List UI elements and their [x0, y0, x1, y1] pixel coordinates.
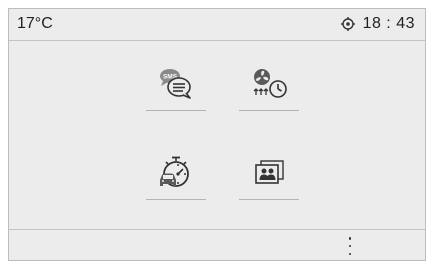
clock-time: 18 : 43 [362, 15, 415, 32]
more-options-icon [348, 237, 352, 240]
car-timer-icon [160, 156, 189, 187]
sms-button[interactable]: SMS [146, 59, 206, 111]
fan-heater-timer-icon [253, 69, 287, 98]
status-bar: 17°C 18 : 43 [9, 9, 425, 41]
gps-clock-icon [340, 17, 355, 31]
sms-message-icon: SMS [160, 69, 191, 99]
screen: 17°C 18 : 43 SMS [8, 8, 426, 261]
more-options-button[interactable] [342, 237, 358, 255]
contacts-icon [255, 160, 284, 184]
contacts-button[interactable] [239, 148, 299, 200]
tile-underline [239, 199, 299, 200]
bottom-bar [9, 229, 425, 260]
clock[interactable]: 18 : 43 [340, 15, 415, 33]
car-timer-button[interactable] [146, 148, 206, 200]
tile-underline [239, 110, 299, 111]
tile-underline [146, 110, 206, 111]
preheat-timer-button[interactable] [239, 59, 299, 111]
tile-underline [146, 199, 206, 200]
outside-temperature: 17°C [17, 15, 53, 32]
main-grid: SMS [9, 41, 425, 231]
